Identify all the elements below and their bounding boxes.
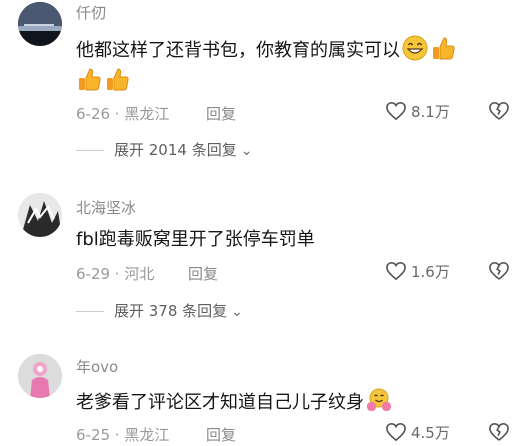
heart-icon (386, 101, 406, 121)
heart-icon (386, 261, 406, 281)
like-button[interactable]: 8.1万 (385, 101, 450, 122)
like-count: 8.1万 (411, 103, 450, 121)
reply-button[interactable]: 回复 (188, 263, 218, 284)
like-button[interactable]: 1.6万 (385, 261, 450, 282)
expand-replies-button[interactable]: 展开 378 条回复 ⌄ (76, 300, 243, 321)
expand-replies-label: 展开 378 条回复 (114, 302, 228, 320)
comment-meta: 6-29 · 河北 (76, 265, 155, 283)
dislike-button[interactable] (488, 101, 510, 121)
avatar[interactable] (18, 2, 62, 46)
hugging-emoji-icon (366, 387, 392, 413)
comment-text-body: 老爹看了评论区才知道自己儿子纹身 (76, 392, 364, 413)
like-button[interactable]: 4.5万 (385, 422, 450, 443)
like-count: 1.6万 (411, 263, 450, 281)
heart-icon (386, 422, 406, 442)
comment-meta: 6-26 · 黑龙江 (76, 105, 170, 123)
comment-emoji-row (76, 66, 130, 94)
broken-heart-icon (489, 101, 509, 120)
comment-text: 老爹看了评论区才知道自己儿子纹身 (76, 387, 392, 415)
divider-line (76, 150, 104, 151)
thumbs-up-emoji-icon (430, 35, 456, 61)
comment-username[interactable]: 北海坚冰 (76, 197, 136, 218)
comment-text: fbl跑毒贩窝里开了张停车罚单 (76, 229, 315, 250)
avatar[interactable] (18, 193, 62, 237)
comment-text-body: 他都这样了还背书包，你教育的属实可以 (76, 40, 400, 61)
divider-line (76, 311, 104, 312)
grinning-emoji-icon (402, 35, 428, 61)
dislike-button[interactable] (488, 261, 510, 281)
comment-text: 他都这样了还背书包，你教育的属实可以 (76, 35, 456, 63)
chevron-down-icon: ⌄ (231, 304, 243, 320)
like-count: 4.5万 (411, 424, 450, 442)
expand-replies-label: 展开 2014 条回复 (114, 141, 237, 159)
thumbs-up-emoji-icon (104, 66, 130, 92)
reply-button[interactable]: 回复 (206, 424, 236, 445)
reply-button[interactable]: 回复 (206, 103, 236, 124)
expand-replies-button[interactable]: 展开 2014 条回复 ⌄ (76, 139, 252, 160)
avatar[interactable] (18, 354, 62, 398)
chevron-down-icon: ⌄ (240, 143, 253, 159)
broken-heart-icon (489, 422, 509, 441)
comment-username[interactable]: 年ovo (76, 356, 118, 377)
thumbs-up-emoji-icon (76, 66, 102, 92)
comment-meta: 6-25 · 黑龙江 (76, 426, 170, 444)
comment-username[interactable]: 仟仞 (76, 2, 106, 23)
dislike-button[interactable] (488, 422, 510, 442)
broken-heart-icon (489, 261, 509, 280)
